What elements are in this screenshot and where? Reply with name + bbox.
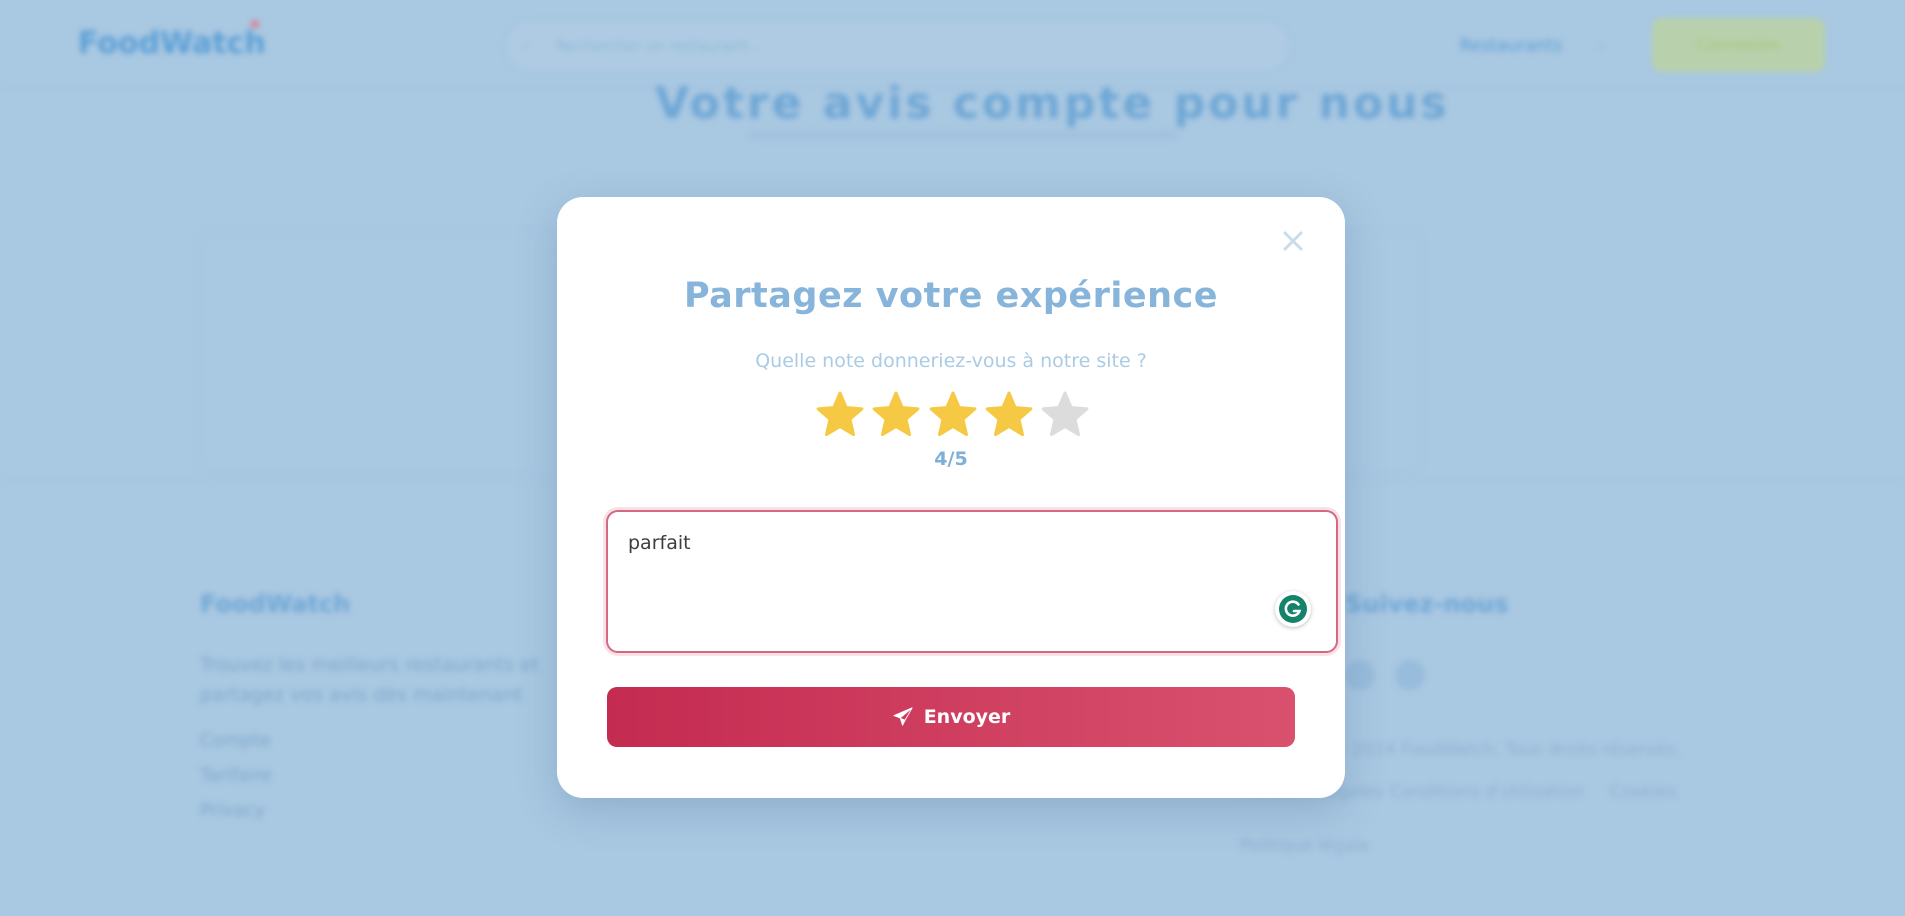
- site-logo: FoodWatch: [78, 26, 266, 61]
- footer-copyright: © 2024 FoodWatch. Tous droits réservés.: [1330, 740, 1681, 760]
- comment-field[interactable]: parfait: [628, 532, 1288, 632]
- rating-value: 4/5: [934, 448, 968, 470]
- star-icon[interactable]: [1040, 390, 1090, 440]
- rating-question: Quelle note donneriez-vous à notre site …: [755, 350, 1147, 372]
- star-icon[interactable]: [815, 390, 865, 440]
- footer-link-compte: Compte: [200, 730, 271, 751]
- star-icon[interactable]: [928, 390, 978, 440]
- submit-button[interactable]: Envoyer: [607, 687, 1295, 747]
- search-icon: ⌕: [522, 36, 531, 54]
- star-icon[interactable]: [871, 390, 921, 440]
- footer-brand: FoodWatch: [200, 590, 351, 618]
- submit-label: Envoyer: [923, 706, 1011, 728]
- twitter-icon: [1397, 660, 1427, 690]
- footer-description: Trouvez les meilleurs restaurants et par…: [200, 654, 540, 706]
- search-placeholder: Rechercher un restaurant...: [556, 37, 763, 55]
- footer-link-tarifaire: Tarifaire: [200, 765, 272, 786]
- footer-legal-conditions: Conditions d'utilisation: [1390, 782, 1585, 802]
- logo-dot: [251, 20, 259, 28]
- footer-link-privacy: Privacy: [200, 800, 266, 821]
- close-icon[interactable]: [1278, 226, 1308, 256]
- facebook-icon: [1345, 660, 1375, 690]
- hero-subtitle: [748, 130, 1178, 140]
- chevron-down-icon: ⌄: [1595, 36, 1607, 52]
- footer-social-title: Suivez-nous: [1345, 590, 1509, 618]
- grammarly-icon[interactable]: [1275, 591, 1311, 627]
- paper-plane-icon: [892, 706, 914, 728]
- footer-extra: Politique légale: [1240, 836, 1370, 856]
- connexion-button: Connexion: [1652, 18, 1825, 72]
- modal-title: Partagez votre expérience: [683, 276, 1219, 316]
- nav-restaurants: Restaurants: [1460, 36, 1562, 56]
- hero-title: Votre avis compte pour nous: [655, 78, 1450, 129]
- star-rating[interactable]: [815, 390, 1090, 442]
- footer-legal-cookies: Cookies: [1610, 782, 1677, 802]
- comment-field-wrapper: parfait: [606, 510, 1338, 653]
- star-icon[interactable]: [984, 390, 1034, 440]
